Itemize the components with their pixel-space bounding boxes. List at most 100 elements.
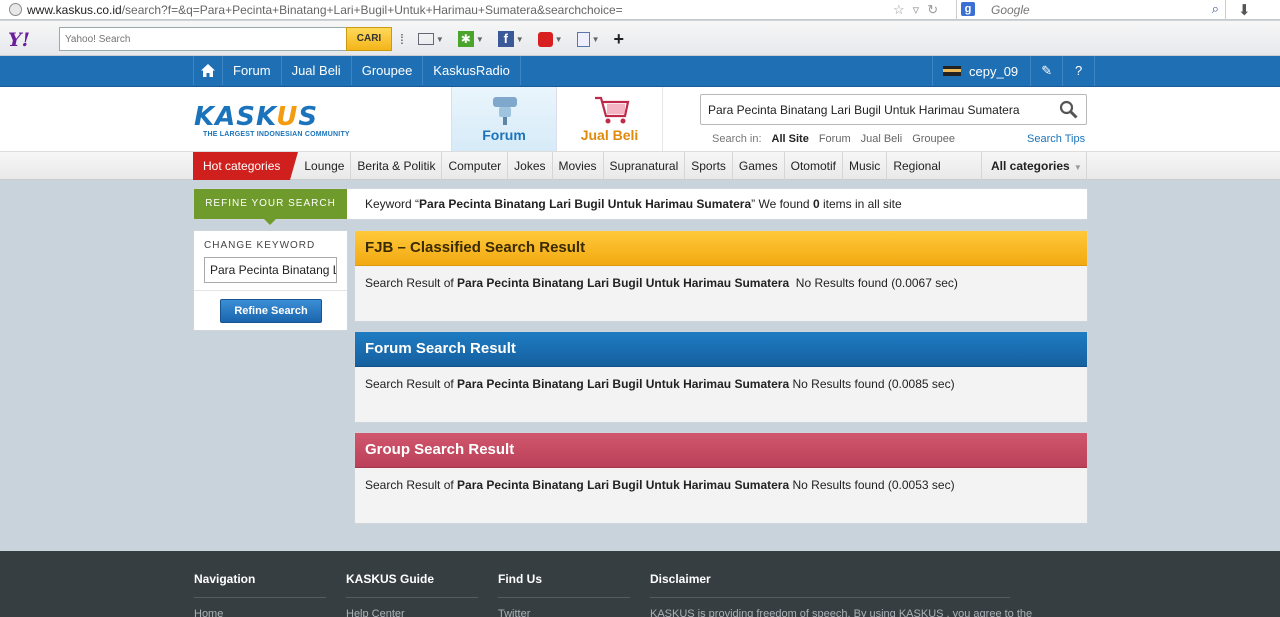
home-icon <box>201 64 215 77</box>
category-computer[interactable]: Computer <box>442 152 509 180</box>
category-supranatural[interactable]: Supranatural <box>604 152 686 180</box>
footer-link-help-center[interactable]: Help Center <box>346 608 478 617</box>
google-icon[interactable]: g <box>961 2 975 16</box>
footer-find-us-title: Find Us <box>498 572 542 586</box>
all-categories-label: All categories <box>991 159 1070 173</box>
category-berita-politik[interactable]: Berita & Politik <box>351 152 443 180</box>
hot-categories[interactable]: Hot categories <box>193 152 299 180</box>
chevron-down-icon: ▼ <box>1071 163 1082 172</box>
search-in-options: Search in: All Site Forum Jual Beli Grou… <box>712 133 955 145</box>
yahoo-toolbar: Y! CARI ⁞ ▼ ✱▼ f▼ ▼ ▼ + <box>0 21 1280 56</box>
search-icon[interactable]: ⌕ <box>1212 1 1219 17</box>
url-path: /search?f=&q=Para+Pecinta+Binatang+Lari+… <box>121 3 623 17</box>
chevron-down-icon: ▼ <box>554 34 563 44</box>
site-search-input[interactable] <box>701 95 1051 124</box>
change-keyword-title: CHANGE KEYWORD <box>204 240 316 251</box>
result-keyword: Para Pecinta Binatang Lari Bugil Untuk H… <box>457 377 790 391</box>
nav-kaskus-radio[interactable]: KaskusRadio <box>423 56 521 85</box>
dropdown-arrow-icon[interactable]: ▿ <box>913 2 920 18</box>
kaskus-logo[interactable]: KASKUS THE LARGEST INDONESIAN COMMUNITY <box>194 104 350 138</box>
tab-forum[interactable]: Forum <box>451 87 557 151</box>
fjb-result-status: No Results found (0.0067 sec) <box>789 276 958 290</box>
footer-guide: KASKUS Guide Help Center <box>346 572 478 617</box>
category-jokes[interactable]: Jokes <box>508 152 553 180</box>
help-icon[interactable]: ? <box>1063 56 1096 86</box>
category-movies[interactable]: Movies <box>553 152 604 180</box>
tab-jual-beli-label: Jual Beli <box>580 127 639 143</box>
search-in-jual-beli[interactable]: Jual Beli <box>861 133 903 145</box>
keyword-prefix: Keyword “ <box>365 197 420 211</box>
refine-search-button[interactable]: Refine Search <box>220 299 322 323</box>
url-bar-icons: ☆ ▿ ↻ <box>893 0 938 20</box>
facebook-tool[interactable]: f ▼ <box>497 31 524 47</box>
user-menu[interactable]: cepy_09 <box>932 56 1032 86</box>
divider <box>346 597 478 598</box>
footer-link-twitter[interactable]: Twitter <box>498 608 630 617</box>
add-icon[interactable]: + <box>614 29 625 50</box>
all-categories-dropdown[interactable]: All categories ▼ <box>981 152 1087 180</box>
bookmark-star-icon[interactable]: ☆ <box>893 2 905 18</box>
footer-navigation-title: Navigation <box>194 572 256 586</box>
yahoo-search-button[interactable]: CARI <box>346 27 392 51</box>
category-lounge[interactable]: Lounge <box>290 152 352 180</box>
footer-guide-title: KASKUS Guide <box>346 572 435 586</box>
resize-handle-icon[interactable]: ⁞ <box>400 31 404 47</box>
logo-wordmark: KASKUS <box>194 102 319 132</box>
result-keyword: Para Pecinta Binatang Lari Bugil Untuk H… <box>457 478 790 492</box>
avatar <box>943 66 961 76</box>
home-button[interactable] <box>193 56 223 85</box>
category-sports[interactable]: Sports <box>685 152 733 180</box>
search-in-forum[interactable]: Forum <box>819 133 851 145</box>
group-result-status: No Results found (0.0053 sec) <box>789 478 955 492</box>
search-in-groupee[interactable]: Groupee <box>912 133 955 145</box>
search-in-all-site[interactable]: All Site <box>772 133 809 145</box>
keyword-input[interactable] <box>204 257 337 283</box>
nav-jual-beli[interactable]: Jual Beli <box>282 56 352 85</box>
games-tool[interactable]: ▼ <box>537 31 563 47</box>
category-games[interactable]: Games <box>733 152 785 180</box>
chevron-down-icon: ▼ <box>515 34 524 44</box>
url-host: www.kaskus.co.id <box>27 3 122 17</box>
yahoo-search-input[interactable] <box>60 28 346 50</box>
microphone-icon <box>493 97 517 125</box>
logo-tagline: THE LARGEST INDONESIAN COMMUNITY <box>203 131 350 138</box>
mail-tool[interactable]: ▼ <box>417 33 444 45</box>
keyword-suffix: items in all site <box>819 197 902 211</box>
globe-icon <box>9 3 22 16</box>
site-search-box <box>700 94 1087 125</box>
yahoo-logo[interactable]: Y! <box>8 29 30 51</box>
divider <box>498 597 630 598</box>
footer-disclaimer-text: KASKUS is providing freedom of speech. B… <box>650 608 1033 617</box>
footer-disclaimer-title: Disclaimer <box>650 572 711 586</box>
reload-icon[interactable]: ↻ <box>927 2 938 18</box>
document-icon <box>576 31 590 47</box>
tab-jual-beli[interactable]: Jual Beli <box>557 87 663 151</box>
search-tips-link[interactable]: Search Tips <box>1027 133 1085 145</box>
site-footer: Navigation Home KASKUS Guide Help Center… <box>0 551 1280 617</box>
green-app-tool[interactable]: ✱ ▼ <box>457 31 484 47</box>
browser-search-box[interactable]: g Google ⌕ <box>956 0 1226 20</box>
group-result-body: Search Result of Para Pecinta Binatang L… <box>355 468 975 495</box>
refine-your-search-label[interactable]: REFINE YOUR SEARCH <box>194 189 347 225</box>
yahoo-search-box[interactable] <box>59 27 347 51</box>
search-icon[interactable] <box>1059 100 1078 119</box>
pages-tool[interactable]: ▼ <box>576 31 600 47</box>
pencil-icon[interactable]: ✎ <box>1031 56 1064 86</box>
divider <box>194 597 326 598</box>
browser-url-bar[interactable]: www.kaskus.co.id/search?f=&q=Para+Pecint… <box>0 0 1280 20</box>
shopping-cart-icon <box>595 96 630 124</box>
category-regional[interactable]: Regional <box>887 152 946 180</box>
address-field[interactable]: www.kaskus.co.id/search?f=&q=Para+Pecint… <box>27 3 623 17</box>
nav-forum[interactable]: Forum <box>223 56 282 85</box>
chevron-down-icon: ▼ <box>475 34 484 44</box>
footer-link-home[interactable]: Home <box>194 608 326 617</box>
nav-groupee[interactable]: Groupee <box>352 56 424 85</box>
chevron-down-icon: ▼ <box>591 34 600 44</box>
divider <box>194 290 347 291</box>
keyword-text: Para Pecinta Binatang Lari Bugil Untuk H… <box>419 197 752 211</box>
download-icon[interactable]: ⬇ <box>1238 1 1251 19</box>
forum-result-body: Search Result of Para Pecinta Binatang L… <box>355 367 975 394</box>
category-music[interactable]: Music <box>843 152 888 180</box>
search-in-label: Search in: <box>712 133 762 145</box>
category-otomotif[interactable]: Otomotif <box>785 152 843 180</box>
